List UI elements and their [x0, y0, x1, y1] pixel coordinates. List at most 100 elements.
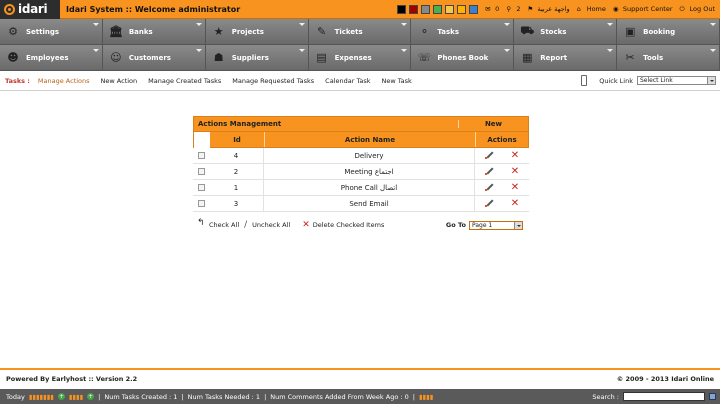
slash-separator: / [244, 220, 248, 230]
dropdown-icon[interactable] [709, 49, 716, 52]
page-select[interactable]: Page 1 [469, 220, 523, 230]
logo-text: idari [18, 2, 48, 16]
uncheck-all-link[interactable]: Uncheck All [252, 221, 290, 229]
status-link-1[interactable]: ▮▮▮▮▮▮▮ [29, 393, 54, 401]
dropdown-icon[interactable] [607, 23, 614, 26]
subnav-manage-created-tasks[interactable]: Manage Created Tasks [148, 77, 221, 85]
nav-label: Tasks [437, 27, 460, 36]
color-swatch-blue[interactable] [469, 4, 479, 14]
flag-icon: ⚑ [527, 5, 534, 13]
check-all-link[interactable]: Check All [197, 218, 239, 229]
cell-action-name: Phone Call اتصال [264, 180, 475, 195]
nav-label: Suppliers [231, 53, 269, 62]
messages-link[interactable]: ✉ 0 [485, 5, 499, 13]
delete-checked-link[interactable]: Delete Checked Items [313, 221, 385, 229]
nav-phones-book[interactable]: ☏ Phones Book [411, 45, 515, 71]
color-swatch-orange[interactable] [457, 4, 467, 14]
num-comments[interactable]: Num Comments Added From Week Ago : 0 [270, 393, 409, 401]
add-icon[interactable]: + [57, 393, 65, 400]
column-action-name[interactable]: Action Name [265, 132, 476, 147]
column-id[interactable]: Id [210, 132, 265, 147]
nav-stocks[interactable]: ⛟ Stocks [514, 19, 618, 45]
messages-count: 0 [495, 5, 500, 13]
quick-link-select[interactable]: Select Link [637, 76, 716, 85]
arrow-up-left-icon [197, 218, 206, 229]
dropdown-icon[interactable] [92, 23, 99, 26]
color-swatch-yellow[interactable] [445, 4, 455, 14]
nav-booking[interactable]: ▣ Booking [617, 19, 720, 45]
dropdown-icon[interactable] [298, 23, 305, 26]
dropdown-icon[interactable] [709, 23, 716, 26]
row-checkbox[interactable] [197, 168, 205, 175]
goto-label: Go To [445, 221, 466, 229]
dropdown-icon[interactable] [504, 49, 511, 52]
status-link-3[interactable]: ▮▮▮▮ [419, 393, 433, 401]
delete-icon[interactable]: ✕ [302, 220, 310, 230]
paperclip-icon: ⚲ [506, 5, 512, 13]
logo[interactable]: idari [0, 0, 60, 19]
globe-icon: ◉ [612, 5, 619, 13]
subnav-manage-requested-tasks[interactable]: Manage Requested Tasks [232, 77, 314, 85]
goto-page: Go To Page 1 [445, 220, 523, 230]
subnav-calendar-task[interactable]: Calendar Task [325, 77, 370, 85]
logout-link[interactable]: ⏻ Log Out [680, 5, 715, 13]
today-label[interactable]: Today [6, 393, 25, 401]
dropdown-icon[interactable] [504, 23, 511, 26]
nav-suppliers[interactable]: ☗ Suppliers [205, 45, 309, 71]
row-checkbox[interactable] [197, 152, 205, 159]
dropdown-icon[interactable] [195, 23, 202, 26]
subnav-new-task[interactable]: New Task [381, 77, 411, 85]
delete-icon[interactable]: ✕ [511, 183, 519, 193]
bank-icon: 🏛 [108, 25, 123, 38]
row-checkbox[interactable] [197, 200, 205, 207]
nav-settings[interactable]: ⚙ Settings [0, 19, 103, 45]
subnav-manage-actions[interactable]: Manage Actions [38, 77, 90, 85]
delete-icon[interactable]: ✕ [511, 151, 519, 161]
edit-icon[interactable] [484, 167, 494, 176]
num-tasks-needed[interactable]: Num Tasks Needed : 1 [188, 393, 260, 401]
dropdown-icon[interactable] [401, 23, 408, 26]
search-input[interactable] [623, 392, 705, 401]
phone-icon: ☏ [417, 51, 432, 64]
new-action-link[interactable]: New [459, 120, 528, 128]
nav-banks[interactable]: 🏛 Banks [102, 19, 206, 45]
header-spacer [194, 131, 210, 148]
delete-icon[interactable]: ✕ [511, 167, 519, 177]
nav-report[interactable]: ▦ Report [514, 45, 618, 71]
cell-id: 3 [209, 196, 264, 211]
color-swatch-gray[interactable] [421, 4, 431, 14]
edit-icon[interactable] [484, 183, 494, 192]
alerts-link[interactable]: ⚲ 2 [506, 5, 520, 13]
dropdown-icon[interactable] [298, 49, 305, 52]
nav-tools[interactable]: ✂ Tools [617, 45, 720, 71]
add-icon[interactable]: + [87, 393, 95, 400]
nav-expenses[interactable]: ▤ Expenses [308, 45, 412, 71]
edit-icon[interactable] [484, 151, 494, 160]
subnav-new-action[interactable]: New Action [101, 77, 138, 85]
nav-tasks[interactable]: ⚬ Tasks [411, 19, 515, 45]
search-icon[interactable] [709, 393, 716, 400]
edit-icon[interactable] [484, 199, 494, 208]
color-swatch-black[interactable] [397, 4, 407, 14]
num-tasks-created[interactable]: Num Tasks Created : 1 [104, 393, 177, 401]
nav-customers[interactable]: ☺ Customers [102, 45, 206, 71]
nav-projects[interactable]: ★ Projects [205, 19, 309, 45]
color-swatch-red[interactable] [409, 4, 419, 14]
dropdown-icon[interactable] [195, 49, 202, 52]
home-link[interactable]: ⌂ Home [577, 5, 606, 13]
language-link[interactable]: ⚑ واجهة عربية [527, 5, 569, 13]
mobile-icon[interactable] [581, 75, 588, 86]
dropdown-icon[interactable] [92, 49, 99, 52]
page-value: Page 1 [472, 221, 493, 229]
nav-tickets[interactable]: ✎ Tickets [308, 19, 412, 45]
dropdown-icon[interactable] [401, 49, 408, 52]
status-link-2[interactable]: ▮▮▮▮ [69, 393, 83, 401]
row-checkbox[interactable] [197, 184, 205, 191]
color-swatch-green[interactable] [433, 4, 443, 14]
dropdown-icon[interactable] [607, 49, 614, 52]
nav-employees[interactable]: ☻ Employees [0, 45, 103, 71]
booking-icon: ▣ [624, 25, 636, 38]
support-link[interactable]: ◉ Support Center [613, 5, 673, 13]
delete-icon[interactable]: ✕ [511, 199, 519, 209]
nav-label: Stocks [540, 27, 567, 36]
